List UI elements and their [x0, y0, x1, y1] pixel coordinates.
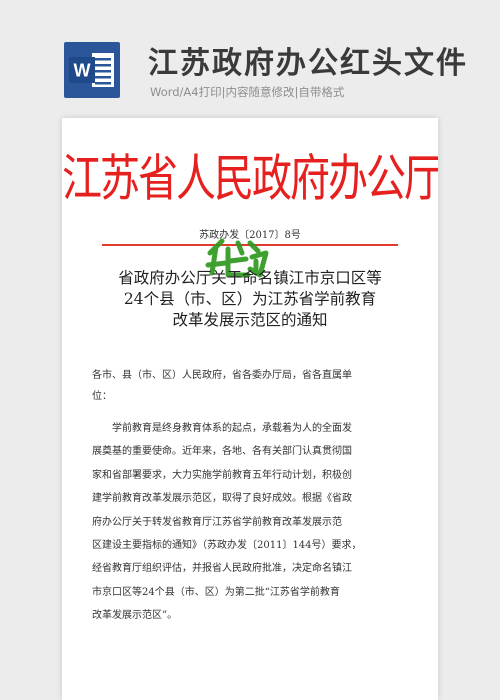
body-line: 建学前教育改革发展示范区，取得了良好成效。根据《省政: [92, 493, 352, 505]
page-title: 江苏政府办公红头文件: [148, 46, 468, 81]
salutation-line: 各市、县（市、区）人民政府，省各委办厅局，省各直属单: [92, 370, 352, 381]
document-page: 江苏省人民政府办公厅文件 苏政办发〔2017〕8号 省政府办公厅关于命名镇江市京…: [62, 118, 438, 700]
page-subtitle: Word/A4打印|内容随意修改|自带格式: [150, 85, 345, 99]
header: W 江苏政府办公红头文件 Word/A4打印|内容随意修改|自带格式: [0, 0, 500, 112]
word-icon-letter: W: [74, 61, 91, 81]
salutation-line: 位：: [92, 391, 112, 402]
body-line: 学前教育是终身教育体系的起点，承载着为人的全面发: [112, 423, 352, 434]
notice-title-line: 改革发展示范区的通知: [172, 311, 328, 329]
body-line: 改革发展示范区”。: [92, 610, 178, 622]
body-line: 展奠基的重要使命。近年来，各地、各有关部门认真贯彻国: [92, 446, 352, 458]
salutation: 各市、县（市、区）人民政府，省各委办厅局，省各直属单 位：: [92, 365, 410, 407]
body-line: 家和省部署要求，大力实施学前教育五年行动计划，积极创: [92, 469, 352, 481]
notice-title-line: 省政府办公厅关于命名镇江市京口区等: [118, 269, 382, 287]
notice-title-line: 24个县（市、区）为江苏省学前教育: [123, 290, 377, 308]
body-paragraph: 学前教育是终身教育体系的起点，承载着为人的全面发 展奠基的重要使命。近年来，各地…: [92, 417, 410, 628]
body-line: 府办公厅关于转发省教育厅江苏省学前教育改革发展示范: [92, 516, 342, 528]
body-line: 经省教育厅组织评估，并报省人民政府批准，决定命名镇江: [92, 563, 352, 575]
notice-title: 省政府办公厅关于命名镇江市京口区等 24个县（市、区）为江苏省学前教育 改革发展…: [92, 268, 408, 331]
word-icon: W: [64, 42, 120, 98]
body-line: 市京口区等24个县（市、区）为第二批“江苏省学前教育: [92, 586, 340, 598]
body-line: 区建设主要指标的通知》（苏政办发〔2011〕144号）要求，: [92, 540, 362, 552]
document-red-title: 江苏省人民政府办公厅文件: [62, 150, 438, 209]
